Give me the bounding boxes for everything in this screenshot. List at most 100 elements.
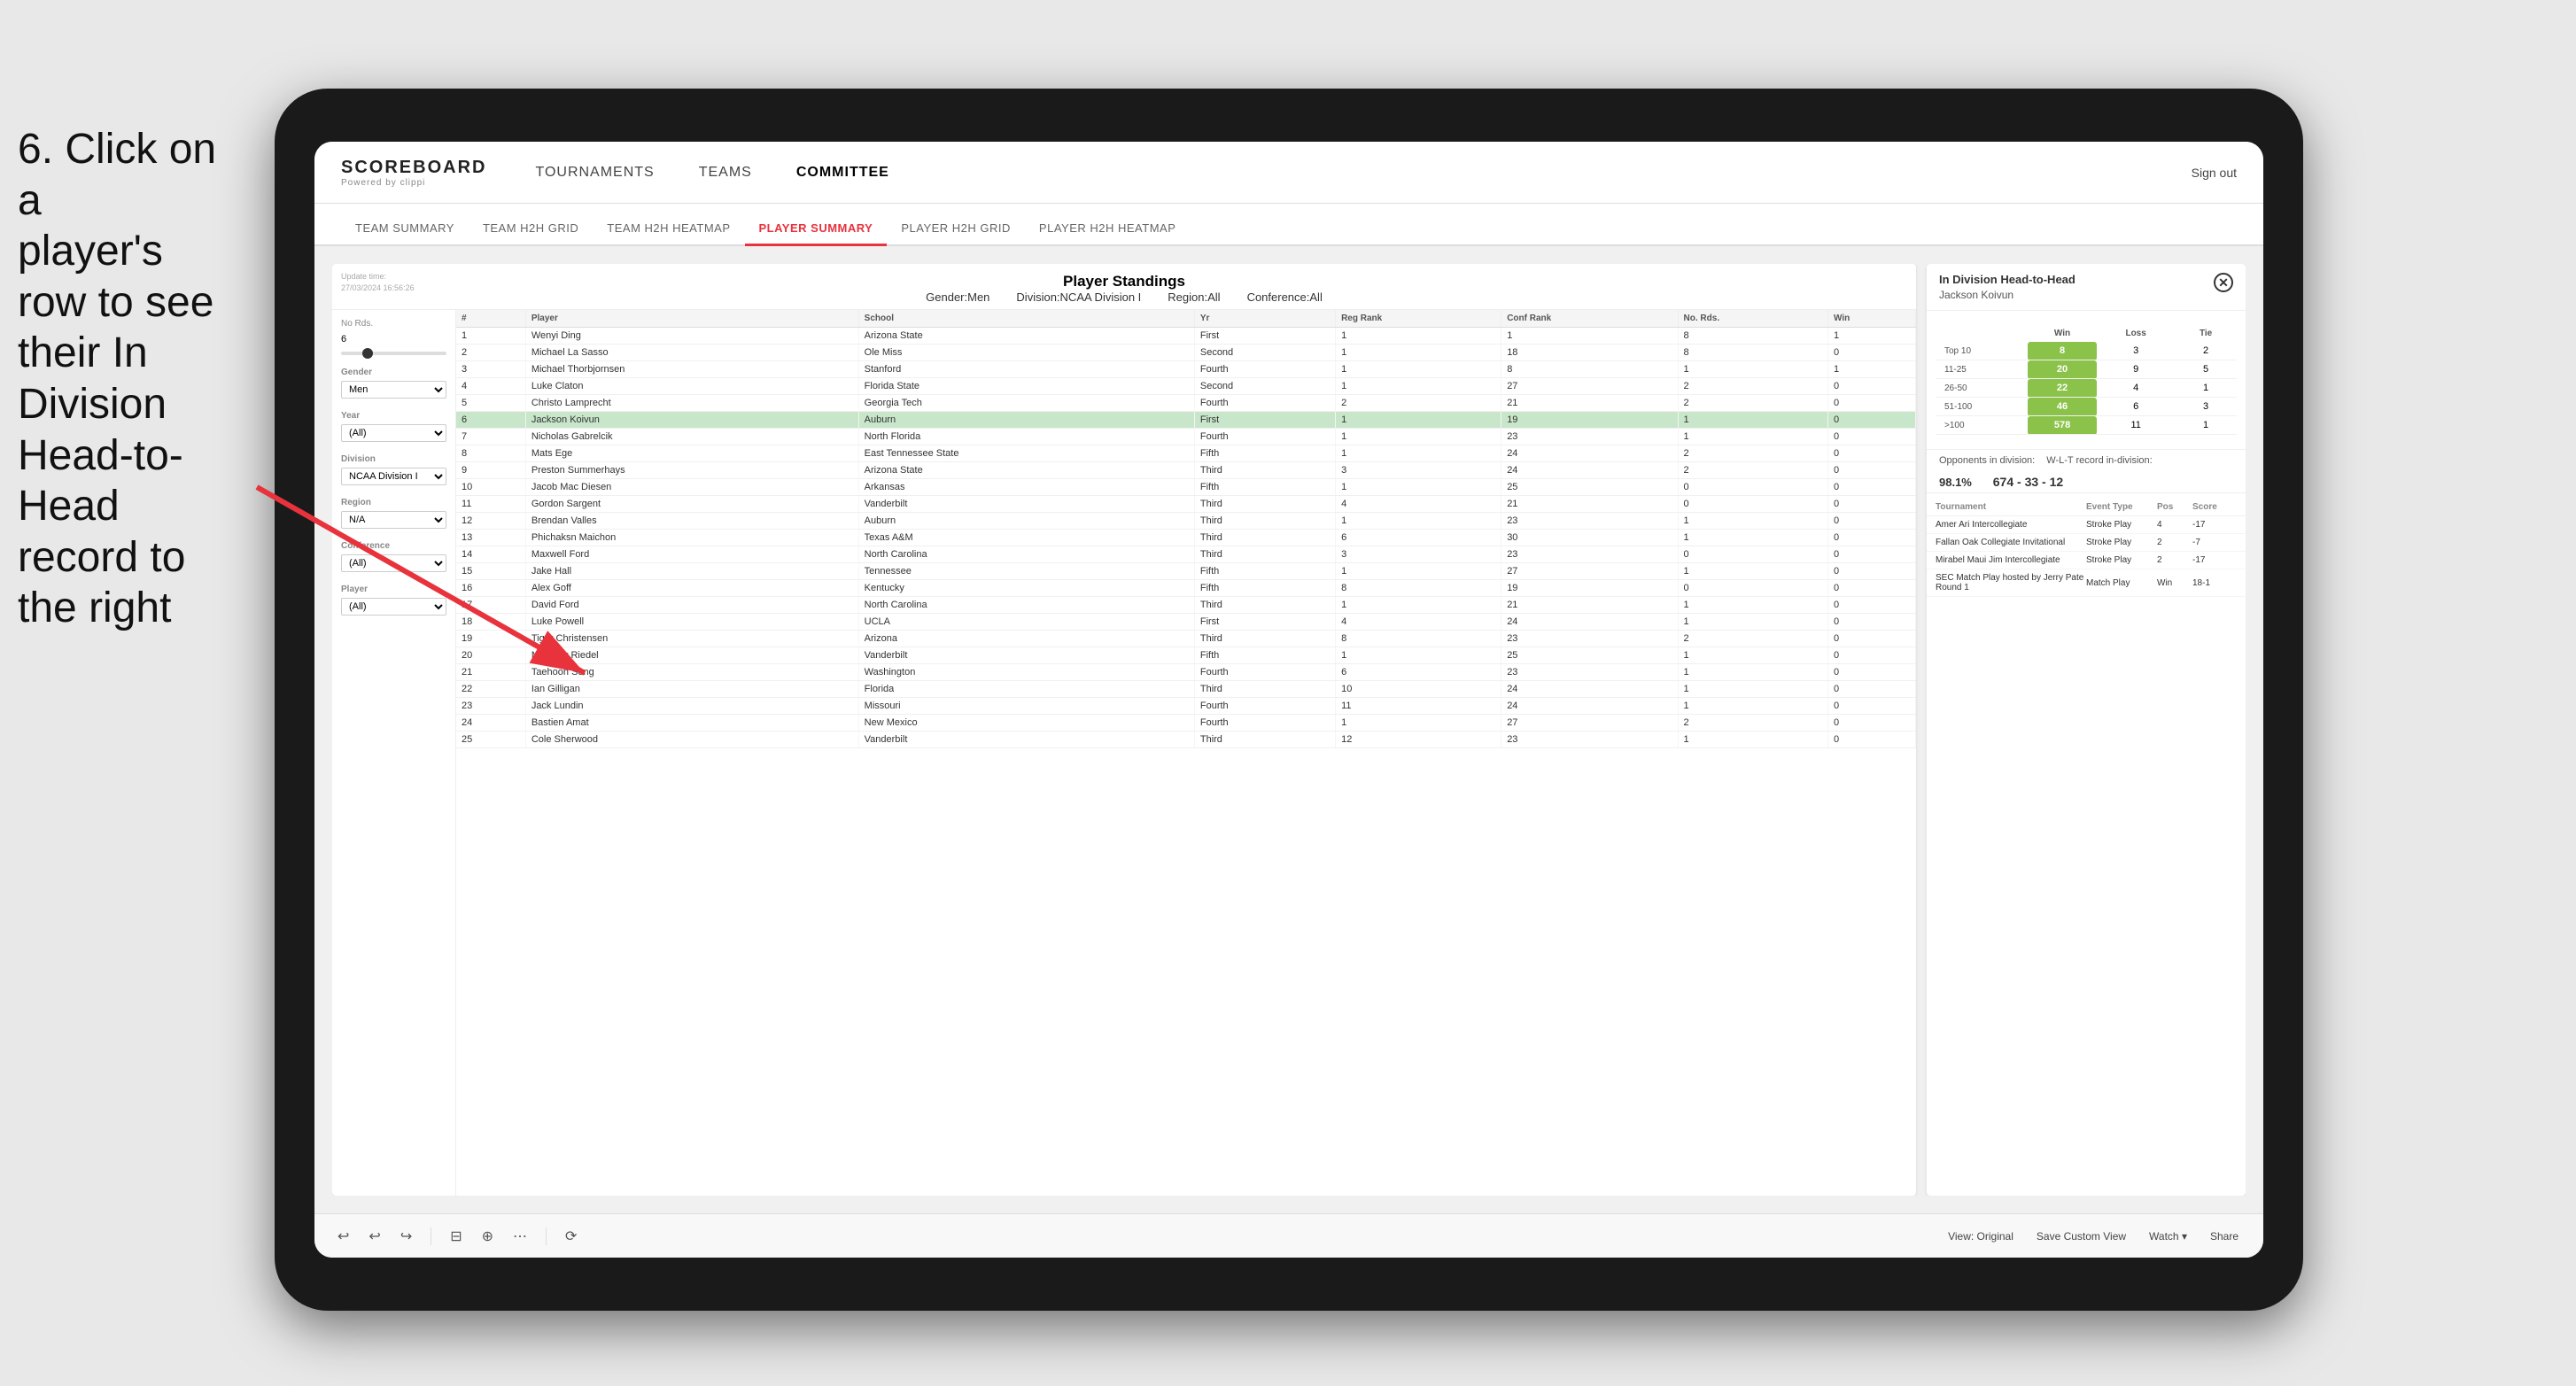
zoom-out-button[interactable]: ⊟ bbox=[445, 1224, 467, 1249]
col-conf-rank: Conf Rank bbox=[1501, 310, 1678, 328]
table-row[interactable]: 3 Michael Thorbjornsen Stanford Fourth 1… bbox=[456, 361, 1916, 378]
col-school: School bbox=[858, 310, 1194, 328]
filter-gender: Gender:Men bbox=[926, 290, 989, 304]
table-row[interactable]: 19 Tiger Christensen Arizona Third 8 23 … bbox=[456, 631, 1916, 647]
gender-filter: Gender Men bbox=[341, 368, 446, 399]
conference-filter: Conference (All) bbox=[341, 541, 446, 572]
h2h-row: 26-50 22 4 1 bbox=[1936, 379, 2237, 398]
dashboard-title: Player Standings bbox=[350, 273, 1898, 290]
table-row[interactable]: 12 Brendan Valles Auburn Third 1 23 1 0 bbox=[456, 513, 1916, 530]
h2h-row: >100 578 11 1 bbox=[1936, 416, 2237, 435]
tournament-list: Amer Ari Intercollegiate Stroke Play 4 -… bbox=[1927, 516, 2246, 597]
undo-button[interactable]: ↩ bbox=[332, 1224, 354, 1249]
year-filter: Year (All) bbox=[341, 411, 446, 442]
table-row[interactable]: 13 Phichaksn Maichon Texas A&M Third 6 3… bbox=[456, 530, 1916, 546]
table-row[interactable]: 17 David Ford North Carolina Third 1 21 … bbox=[456, 597, 1916, 614]
logo-title: SCOREBOARD bbox=[341, 158, 486, 178]
h2h-breakdown-table: Win Loss Tie Top 10 8 3 2 11-25 20 9 5 bbox=[1936, 325, 2237, 435]
tab-team-summary[interactable]: TEAM SUMMARY bbox=[341, 213, 469, 246]
tournaments-header: Tournament Event Type Pos Score bbox=[1927, 499, 2246, 516]
wl-record: 98.1% 674 - 33 - 12 bbox=[1927, 471, 2246, 492]
nav-committee[interactable]: COMMITTEE bbox=[792, 165, 894, 181]
h2h-close-button[interactable]: ✕ bbox=[2214, 273, 2233, 292]
logo-powered: Powered by clippi bbox=[341, 178, 486, 188]
table-row[interactable]: 2 Michael La Sasso Ole Miss Second 1 18 … bbox=[456, 345, 1916, 361]
table-row[interactable]: 10 Jacob Mac Diesen Arkansas Fifth 1 25 … bbox=[456, 479, 1916, 496]
table-row[interactable]: 21 Taehoon Song Washington Fourth 6 23 1… bbox=[456, 664, 1916, 681]
tournaments-section: Tournament Event Type Pos Score Amer Ari… bbox=[1927, 492, 2246, 1196]
col-win: Win bbox=[1828, 310, 1916, 328]
col-no-rds: No. Rds. bbox=[1678, 310, 1828, 328]
table-row[interactable]: 4 Luke Claton Florida State Second 1 27 … bbox=[456, 378, 1916, 395]
division-select[interactable]: NCAA Division I bbox=[341, 468, 446, 485]
h2h-header: In Division Head-to-Head Jackson Koivun … bbox=[1927, 264, 2246, 311]
table-row[interactable]: 20 Matthew Riedel Vanderbilt Fifth 1 25 … bbox=[456, 647, 1916, 664]
tab-player-h2h-grid[interactable]: PLAYER H2H GRID bbox=[887, 213, 1025, 246]
instruction-text: 6. Click on a player's row to see their … bbox=[0, 106, 257, 652]
table-row[interactable]: 23 Jack Lundin Missouri Fourth 11 24 1 0 bbox=[456, 698, 1916, 715]
table-row[interactable]: 25 Cole Sherwood Vanderbilt Third 12 23 … bbox=[456, 732, 1916, 748]
view-original-button[interactable]: View: Original bbox=[1941, 1227, 2021, 1246]
col-yr: Yr bbox=[1194, 310, 1335, 328]
filter-region: Region:All bbox=[1168, 290, 1220, 304]
toolbar-right: View: Original Save Custom View Watch ▾ … bbox=[1941, 1227, 2246, 1246]
player-standings-table-area: # Player School Yr Reg Rank Conf Rank No… bbox=[456, 310, 1916, 1196]
table-row[interactable]: 5 Christo Lamprecht Georgia Tech Fourth … bbox=[456, 395, 1916, 412]
table-row[interactable]: 14 Maxwell Ford North Carolina Third 3 2… bbox=[456, 546, 1916, 563]
refresh-button[interactable]: ⟳ bbox=[560, 1224, 582, 1249]
tournament-row: SEC Match Play hosted by Jerry Pate Roun… bbox=[1927, 569, 2246, 597]
watch-button[interactable]: Watch ▾ bbox=[2142, 1227, 2194, 1246]
year-select[interactable]: (All) bbox=[341, 424, 446, 442]
save-custom-button[interactable]: Save Custom View bbox=[2029, 1227, 2133, 1246]
share-button[interactable]: Share bbox=[2203, 1227, 2246, 1246]
table-row[interactable]: 9 Preston Summerhays Arizona State Third… bbox=[456, 462, 1916, 479]
tab-player-summary[interactable]: PLAYER SUMMARY bbox=[745, 213, 888, 246]
sign-out-button[interactable]: Sign out bbox=[2192, 166, 2237, 180]
filters-sidebar: No Rds. 6 Gender Men Ye bbox=[332, 310, 456, 1196]
col-tie: Tie bbox=[2175, 325, 2237, 342]
col-rank bbox=[1936, 325, 2028, 342]
tournament-row: Fallan Oak Collegiate Invitational Strok… bbox=[1927, 534, 2246, 552]
h2h-row: Top 10 8 3 2 bbox=[1936, 342, 2237, 360]
player-standings-table: # Player School Yr Reg Rank Conf Rank No… bbox=[456, 310, 1916, 748]
table-row[interactable]: 16 Alex Goff Kentucky Fifth 8 19 0 0 bbox=[456, 580, 1916, 597]
tournament-row: Mirabel Maui Jim Intercollegiate Stroke … bbox=[1927, 552, 2246, 569]
update-info: Update time: 27/03/2024 16:56:26 bbox=[341, 271, 415, 293]
table-row[interactable]: 15 Jake Hall Tennessee Fifth 1 27 1 0 bbox=[456, 563, 1916, 580]
table-row[interactable]: 11 Gordon Sargent Vanderbilt Third 4 21 … bbox=[456, 496, 1916, 513]
main-content: Update time: 27/03/2024 16:56:26 Player … bbox=[314, 246, 2263, 1213]
col-num: # bbox=[456, 310, 525, 328]
redo-button[interactable]: ↪ bbox=[395, 1224, 417, 1249]
table-row[interactable]: 6 Jackson Koivun Auburn First 1 19 1 0 bbox=[456, 412, 1916, 429]
player-select[interactable]: (All) bbox=[341, 598, 446, 616]
sub-navigation: TEAM SUMMARY TEAM H2H GRID TEAM H2H HEAT… bbox=[314, 204, 2263, 246]
tablet-device: SCOREBOARD Powered by clippi TOURNAMENTS… bbox=[275, 89, 2303, 1311]
tab-player-h2h-heatmap[interactable]: PLAYER H2H HEATMAP bbox=[1025, 213, 1190, 246]
table-row[interactable]: 8 Mats Ege East Tennessee State Fifth 1 … bbox=[456, 445, 1916, 462]
table-row[interactable]: 1 Wenyi Ding Arizona State First 1 1 8 1 bbox=[456, 328, 1916, 345]
col-player: Player bbox=[525, 310, 858, 328]
undo2-button[interactable]: ↩ bbox=[363, 1224, 385, 1249]
col-reg-rank: Reg Rank bbox=[1336, 310, 1501, 328]
more-button[interactable]: ⋯ bbox=[508, 1224, 532, 1249]
nav-tournaments[interactable]: TOURNAMENTS bbox=[531, 165, 658, 181]
division-filter: Division NCAA Division I bbox=[341, 454, 446, 485]
table-row[interactable]: 7 Nicholas Gabrelcik North Florida Fourt… bbox=[456, 429, 1916, 445]
table-row[interactable]: 18 Luke Powell UCLA First 4 24 1 0 bbox=[456, 614, 1916, 631]
h2h-title-area: In Division Head-to-Head Jackson Koivun bbox=[1939, 273, 2076, 301]
region-filter: Region N/A bbox=[341, 498, 446, 529]
zoom-in-button[interactable]: ⊕ bbox=[477, 1224, 499, 1249]
gender-select[interactable]: Men bbox=[341, 381, 446, 399]
nav-teams[interactable]: TEAMS bbox=[694, 165, 757, 181]
dashboard-top: Update time: 27/03/2024 16:56:26 Player … bbox=[332, 264, 1916, 310]
dashboard-body: No Rds. 6 Gender Men Ye bbox=[332, 310, 1916, 1196]
tab-team-h2h-heatmap[interactable]: TEAM H2H HEATMAP bbox=[593, 213, 744, 246]
filter-row: Gender:Men Division:NCAA Division I Regi… bbox=[350, 290, 1898, 304]
table-row[interactable]: 24 Bastien Amat New Mexico Fourth 1 27 2… bbox=[456, 715, 1916, 732]
conference-select[interactable]: (All) bbox=[341, 554, 446, 572]
filter-division: Division:NCAA Division I bbox=[1016, 290, 1141, 304]
table-row[interactable]: 22 Ian Gilligan Florida Third 10 24 1 0 bbox=[456, 681, 1916, 698]
h2h-row: 51-100 46 6 3 bbox=[1936, 398, 2237, 416]
tab-team-h2h-grid[interactable]: TEAM H2H GRID bbox=[469, 213, 593, 246]
region-select[interactable]: N/A bbox=[341, 511, 446, 529]
